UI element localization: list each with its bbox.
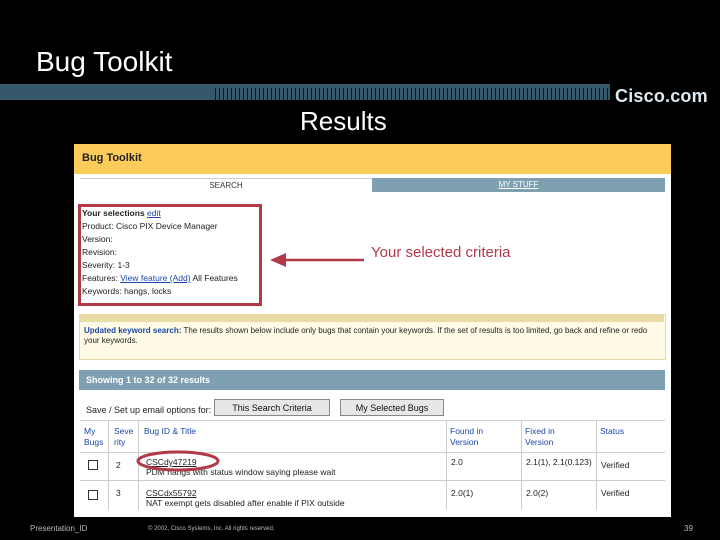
footer-presentation-id: Presentation_ID (30, 524, 88, 533)
annotation-label: Your selected criteria (371, 244, 511, 261)
annotation-overlay (136, 253, 364, 472)
bug-id-highlight-ellipse (136, 450, 220, 472)
annotation-arrow (270, 253, 364, 267)
footer-copyright: © 2002, Cisco Systems, Inc. All rights r… (148, 526, 275, 532)
page-number: 39 (684, 524, 693, 533)
